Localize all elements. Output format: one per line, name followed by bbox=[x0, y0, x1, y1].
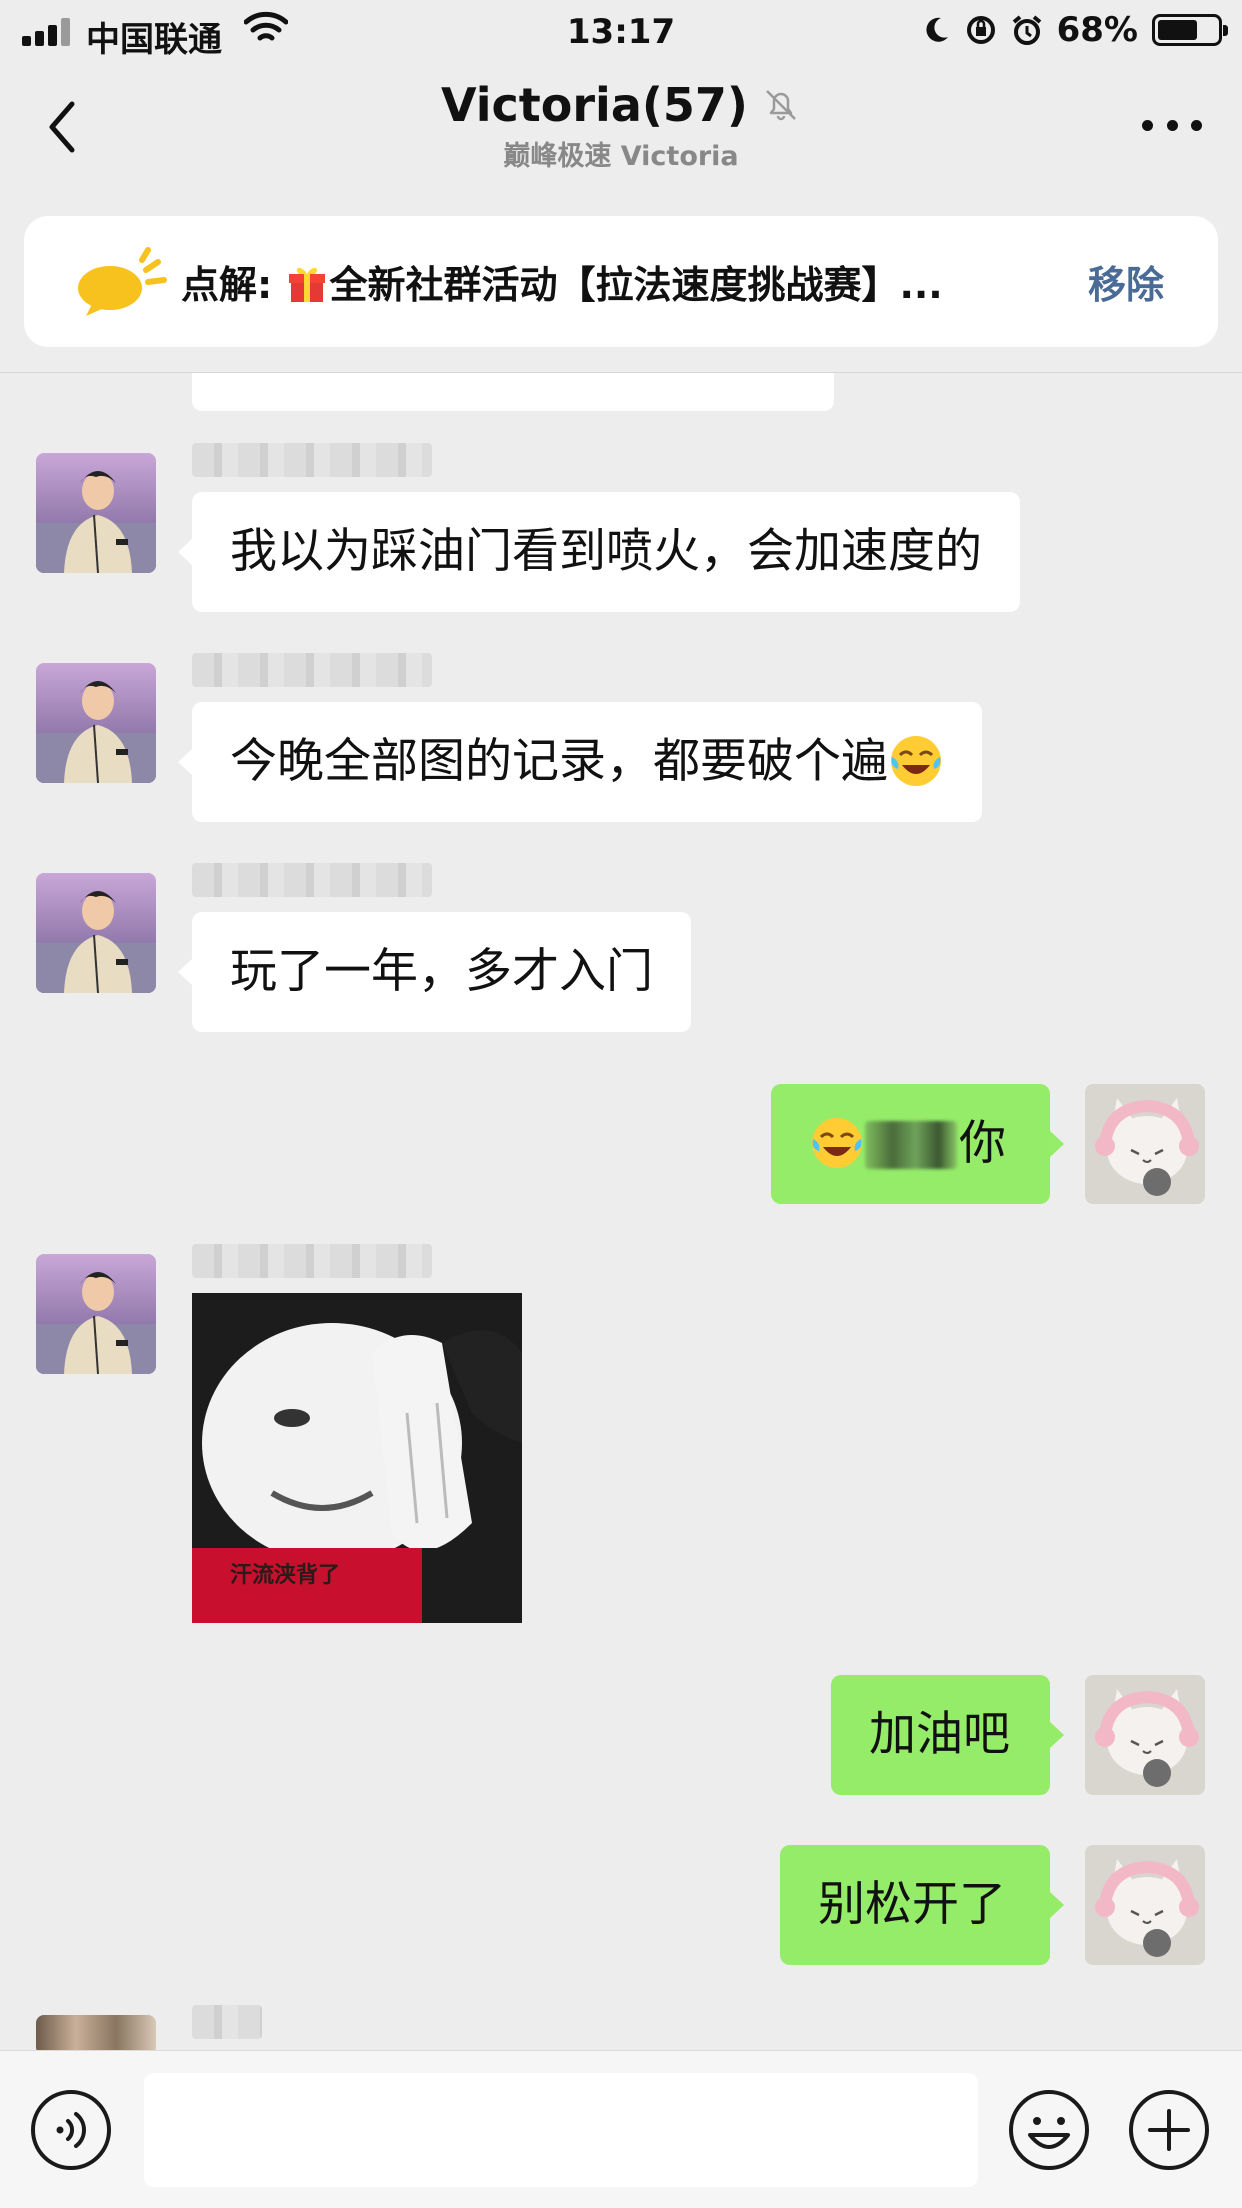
avatar[interactable] bbox=[36, 873, 156, 993]
input-bar bbox=[0, 2050, 1242, 2208]
pinned-text: 点解: 全新社群活动【拉法速度挑战赛】... bbox=[181, 254, 1011, 309]
message-text: 加油吧 bbox=[869, 1707, 1010, 1762]
message-text: 玩了一年，多才入门 bbox=[230, 944, 653, 999]
announcement-bubble-icon bbox=[78, 247, 167, 316]
message-bubble-self[interactable]: 别松开了 bbox=[780, 1845, 1064, 1965]
message-bubble[interactable]: 今晚全部图的记录，都要破个遍 bbox=[178, 702, 982, 822]
laugh-cry-emoji bbox=[891, 736, 941, 786]
rotation-lock-icon bbox=[966, 16, 995, 44]
avatar[interactable] bbox=[36, 453, 156, 573]
sender-name-blurred bbox=[192, 653, 432, 687]
message-bubble-self[interactable]: 你 bbox=[771, 1084, 1064, 1204]
avatar-self[interactable] bbox=[1085, 1084, 1205, 1204]
sticker-caption: 汗流浃背了 bbox=[230, 1563, 341, 1588]
gift-icon bbox=[289, 267, 326, 302]
avatar[interactable] bbox=[36, 663, 156, 783]
chat-list[interactable]: 我以为踩油门看到喷火，会加速度的 今晚全部图的记录，都要破个遍 玩了一年，多才入… bbox=[0, 373, 1242, 2050]
chat-title: Victoria(57) bbox=[440, 78, 748, 132]
laugh-cry-emoji bbox=[812, 1118, 862, 1168]
plus-circle-icon[interactable] bbox=[1128, 2089, 1210, 2171]
sender-name-blurred bbox=[192, 443, 432, 477]
message-text: 你 bbox=[959, 1116, 1006, 1171]
message-text: 别松开了 bbox=[818, 1877, 1006, 1932]
alarm-icon bbox=[1012, 15, 1041, 45]
pinned-body: 全新社群活动【拉法速度挑战赛】... bbox=[329, 263, 943, 307]
status-bar: 中国联通 13:17 68% bbox=[0, 0, 1242, 62]
more-dots-icon[interactable] bbox=[1142, 110, 1202, 140]
voice-icon[interactable] bbox=[30, 2089, 112, 2171]
pinned-announcement[interactable]: 点解: 全新社群活动【拉法速度挑战赛】... 移除 bbox=[24, 216, 1218, 347]
moon-icon bbox=[926, 17, 948, 42]
sender-name-blurred bbox=[192, 863, 432, 897]
avatar-self[interactable] bbox=[1085, 1845, 1205, 1965]
bell-muted-icon bbox=[766, 90, 796, 121]
blurred-text bbox=[865, 1121, 957, 1169]
message-bubble-partial bbox=[192, 373, 834, 411]
avatar-self[interactable] bbox=[1085, 1675, 1205, 1795]
sender-name-blurred bbox=[192, 1244, 432, 1278]
avatar-partial[interactable] bbox=[36, 2015, 156, 2050]
nav-bar: Victoria(57) 巅峰极速 Victoria bbox=[0, 62, 1242, 192]
message-bubble[interactable]: 我以为踩油门看到喷火，会加速度的 bbox=[178, 492, 1020, 612]
message-bubble-self[interactable]: 加油吧 bbox=[831, 1675, 1064, 1795]
battery-percent: 68% bbox=[1056, 10, 1138, 50]
sender-name-blurred bbox=[192, 2005, 262, 2039]
chat-subtitle: 巅峰极速 Victoria bbox=[503, 141, 739, 172]
pinned-prefix: 点解: bbox=[181, 263, 286, 307]
sticker-image[interactable]: 汗流浃背了 bbox=[192, 1293, 522, 1623]
message-bubble[interactable]: 玩了一年，多才入门 bbox=[178, 912, 691, 1032]
message-text: 我以为踩油门看到喷火，会加速度的 bbox=[230, 524, 982, 579]
message-text: 今晚全部图的记录，都要破个遍 bbox=[230, 734, 888, 789]
chat-header[interactable]: Victoria(57) 巅峰极速 Victoria bbox=[0, 78, 1242, 173]
battery-icon bbox=[1152, 14, 1228, 46]
message-input[interactable] bbox=[144, 2073, 978, 2187]
smiley-icon[interactable] bbox=[1008, 2089, 1090, 2171]
remove-pin-button[interactable]: 移除 bbox=[1088, 254, 1164, 309]
avatar[interactable] bbox=[36, 1254, 156, 1374]
